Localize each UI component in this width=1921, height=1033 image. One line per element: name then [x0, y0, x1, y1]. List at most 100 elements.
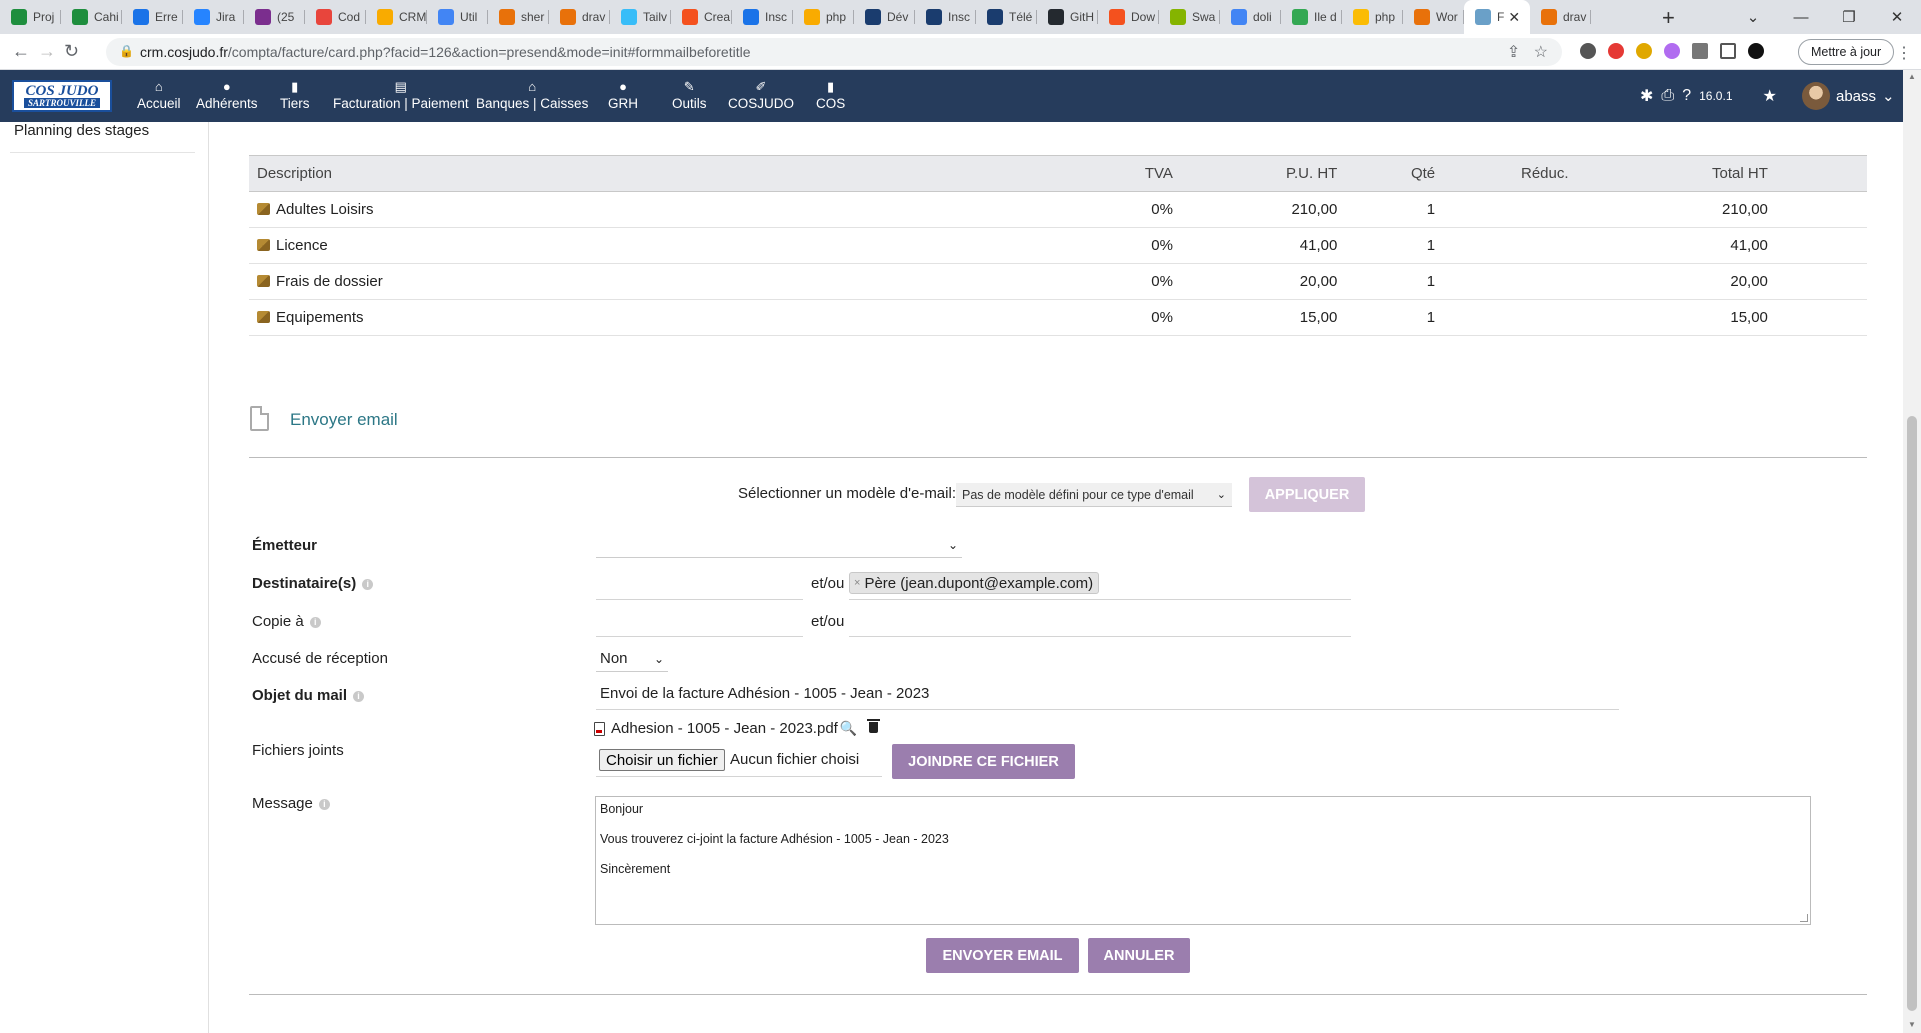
menu-facturation[interactable]: ▤ Facturation | Paiement: [333, 78, 469, 118]
extension-icon[interactable]: [1580, 43, 1596, 59]
menu-tiers[interactable]: ▮ Tiers: [280, 78, 310, 118]
menu-accueil[interactable]: ⌂ Accueil: [137, 78, 181, 118]
sender-select[interactable]: ⌄: [596, 534, 962, 558]
new-tab-button[interactable]: +: [1662, 5, 1675, 31]
help-icon[interactable]: ?: [1682, 87, 1691, 105]
recipient-tag[interactable]: × Père (jean.dupont@example.com): [849, 572, 1100, 594]
forward-icon[interactable]: →: [38, 41, 56, 62]
user-menu[interactable]: abass ⌄: [1802, 82, 1895, 110]
subject-input[interactable]: Envoi de la facture Adhésion - 1005 - Je…: [600, 685, 929, 702]
cancel-button[interactable]: ANNULER: [1088, 938, 1190, 973]
browser-tab[interactable]: sher: [488, 0, 549, 34]
trash-icon[interactable]: [867, 719, 881, 733]
share-icon[interactable]: ⇪: [1507, 44, 1520, 61]
bookmark-star-icon[interactable]: ☆: [1534, 44, 1548, 61]
profile-avatar[interactable]: [1748, 43, 1764, 59]
lock-icon[interactable]: 🔒: [119, 44, 134, 58]
browser-tab[interactable]: GitH: [1037, 0, 1098, 34]
browser-tab[interactable]: Cod: [305, 0, 366, 34]
browser-tab[interactable]: Util: [427, 0, 488, 34]
browser-tab[interactable]: php: [793, 0, 854, 34]
resize-handle[interactable]: [1800, 914, 1808, 922]
print-icon[interactable]: ⎙: [1661, 87, 1674, 105]
info-icon[interactable]: i: [353, 691, 365, 702]
scroll-down-icon[interactable]: ▼: [1908, 1020, 1916, 1029]
line-description[interactable]: Equipements: [249, 299, 854, 336]
browser-tab[interactable]: Proj: [0, 0, 61, 34]
browser-tab[interactable]: Wor: [1403, 0, 1464, 34]
browser-tab[interactable]: Erre: [122, 0, 183, 34]
browser-tab[interactable]: (25: [244, 0, 305, 34]
menu-grh[interactable]: ● GRH: [608, 78, 638, 118]
cc-free-input[interactable]: [596, 636, 803, 637]
recipients-free-input[interactable]: [596, 599, 803, 600]
browser-tab[interactable]: Insc: [915, 0, 976, 34]
line-description[interactable]: Frais de dossier: [249, 263, 854, 300]
extension-icon[interactable]: [1636, 43, 1652, 59]
menu-banques[interactable]: ⌂ Banques | Caisses: [476, 78, 588, 118]
browser-tab[interactable]: CRM: [366, 0, 427, 34]
choose-file-button[interactable]: Choisir un fichier: [599, 749, 725, 771]
update-button[interactable]: Mettre à jour: [1798, 39, 1895, 65]
reload-icon[interactable]: ↻: [64, 41, 79, 62]
apply-template-button[interactable]: APPLIQUER: [1249, 477, 1365, 512]
browser-tab[interactable]: Télé: [976, 0, 1037, 34]
browser-tab[interactable]: Cahi: [61, 0, 122, 34]
browser-tab[interactable]: Insc: [732, 0, 793, 34]
bug-icon[interactable]: ✱: [1640, 86, 1653, 106]
bookmark-star-icon[interactable]: ★: [1763, 86, 1777, 106]
adblock-icon[interactable]: [1608, 43, 1624, 59]
sidepanel-icon[interactable]: [1720, 43, 1736, 59]
message-textarea[interactable]: Bonjour Vous trouverez ci-joint la factu…: [595, 796, 1811, 925]
info-icon[interactable]: i: [318, 799, 330, 810]
menu-cosjudo[interactable]: ✐ COSJUDO: [728, 78, 794, 118]
address-bar[interactable]: 🔒 crm.cosjudo.fr/compta/facture/card.php…: [106, 38, 1562, 66]
scrollbar-thumb[interactable]: [1907, 416, 1917, 1011]
line-description[interactable]: Adultes Loisirs: [249, 191, 854, 228]
restore-button[interactable]: ❐: [1825, 0, 1873, 34]
browser-tab[interactable]: Swa: [1159, 0, 1220, 34]
tab-search-icon[interactable]: ⌄: [1729, 0, 1777, 34]
browser-menu-icon[interactable]: ⋮: [1896, 43, 1912, 63]
line-description[interactable]: Licence: [249, 227, 854, 264]
browser-tab[interactable]: Tailv: [610, 0, 671, 34]
edit-icon: ✐: [755, 79, 767, 94]
scroll-up-icon[interactable]: ▲: [1908, 72, 1916, 81]
browser-tab[interactable]: drav: [1530, 0, 1591, 34]
back-icon[interactable]: ←: [12, 41, 30, 62]
browser-tab[interactable]: Jira: [183, 0, 244, 34]
browser-tab[interactable]: Dow: [1098, 0, 1159, 34]
page-scrollbar[interactable]: ▲ ▼: [1903, 70, 1921, 1033]
info-icon[interactable]: i: [362, 579, 374, 590]
company-logo[interactable]: COS JUDO SARTROUVILLE: [12, 80, 112, 112]
template-select[interactable]: Pas de modèle défini pour ce type d'emai…: [956, 483, 1232, 507]
attachment-filename[interactable]: Adhesion - 1005 - Jean - 2023.pdf: [611, 720, 838, 737]
recipients-label-text: Destinataire(s): [252, 575, 357, 592]
sidebar-item-planning[interactable]: Planning des stages: [14, 122, 149, 139]
browser-tab[interactable]: drav: [549, 0, 610, 34]
attach-file-button[interactable]: JOINDRE CE FICHIER: [892, 744, 1075, 779]
menu-outils[interactable]: ✎ Outils: [672, 78, 707, 118]
puzzle-icon[interactable]: [1692, 43, 1708, 59]
extension-icon[interactable]: [1664, 43, 1680, 59]
remove-tag-icon[interactable]: ×: [854, 577, 860, 589]
menu-cos[interactable]: ▮ COS: [816, 78, 845, 118]
info-icon[interactable]: i: [309, 617, 321, 628]
browser-tab[interactable]: Ile d: [1281, 0, 1342, 34]
browser-tab[interactable]: F ✕: [1464, 0, 1530, 34]
send-email-button[interactable]: ENVOYER EMAIL: [926, 938, 1079, 973]
recipients-select[interactable]: [849, 599, 1351, 600]
browser-tab[interactable]: Crea: [671, 0, 732, 34]
browser-tab[interactable]: doli: [1220, 0, 1281, 34]
cc-select[interactable]: [849, 636, 1351, 637]
line-tva: 0%: [853, 227, 1173, 264]
close-tab-icon[interactable]: ✕: [1508, 9, 1520, 26]
minimize-button[interactable]: —: [1777, 0, 1825, 34]
ack-select[interactable]: Non ⌄: [596, 646, 668, 672]
close-window-button[interactable]: ✕: [1873, 0, 1921, 34]
browser-tab[interactable]: Dév: [854, 0, 915, 34]
menu-adherents[interactable]: ● Adhérents: [196, 78, 258, 118]
tab-label: sher: [521, 10, 545, 24]
zoom-icon[interactable]: 🔍: [840, 720, 857, 737]
browser-tab[interactable]: php: [1342, 0, 1403, 34]
